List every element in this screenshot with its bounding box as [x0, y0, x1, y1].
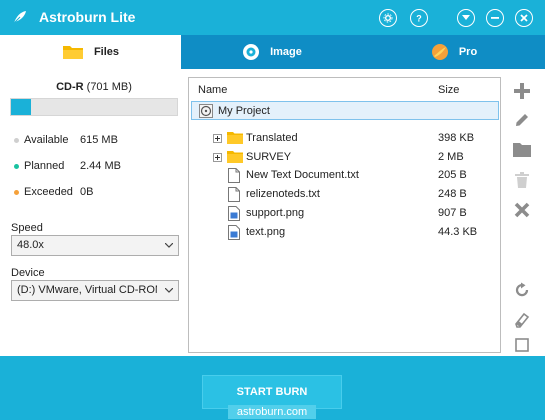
- start-burn-button[interactable]: START BURN: [202, 375, 342, 409]
- tab-files[interactable]: Files: [0, 35, 181, 69]
- app-title: Astroburn Lite: [39, 9, 136, 25]
- root-name: My Project: [218, 105, 270, 117]
- available-dot: [14, 138, 19, 143]
- remove-icon[interactable]: [512, 200, 532, 220]
- list-item[interactable]: Translated 398 KB: [189, 129, 500, 148]
- expand-icon[interactable]: [213, 134, 222, 143]
- item-name: New Text Document.txt: [246, 169, 359, 181]
- capacity-bar: [10, 98, 178, 116]
- stat-exceeded-value: 0B: [80, 186, 94, 198]
- title-bar: Astroburn Lite ?: [0, 0, 545, 35]
- tab-pro[interactable]: Pro: [363, 35, 545, 69]
- disc-type: CD-R: [56, 81, 84, 93]
- stat-planned-label: Planned: [24, 160, 65, 172]
- help-icon[interactable]: ?: [410, 9, 428, 27]
- project-disc-icon: [199, 104, 213, 118]
- refresh-icon[interactable]: [512, 280, 532, 300]
- minimize-icon[interactable]: [486, 9, 504, 27]
- tab-files-label: Files: [93, 46, 120, 58]
- column-header-name[interactable]: Name: [198, 84, 227, 96]
- item-size: 248 B: [438, 188, 467, 200]
- text-file-icon: [228, 168, 240, 183]
- item-size: 44.3 KB: [438, 226, 478, 238]
- device-value: (D:) VMware, Virtual CD-ROM: [17, 284, 157, 296]
- item-name: text.png: [246, 226, 286, 238]
- item-size: 205 B: [438, 169, 467, 181]
- item-size: 907 B: [438, 207, 467, 219]
- add-icon[interactable]: [512, 81, 532, 101]
- speed-label: Speed: [11, 222, 43, 234]
- tab-image[interactable]: Image: [181, 35, 363, 69]
- delete-icon[interactable]: [512, 170, 532, 190]
- website-link[interactable]: astroburn.com: [228, 405, 316, 419]
- capacity-bar-fill: [11, 99, 31, 115]
- image-file-icon: [228, 206, 240, 221]
- item-name: support.png: [246, 207, 305, 219]
- device-select[interactable]: (D:) VMware, Virtual CD-ROM: [11, 280, 179, 301]
- tab-bar: Files Image Pro: [0, 35, 545, 69]
- select-icon[interactable]: [512, 335, 532, 355]
- text-file-icon: [228, 187, 240, 202]
- folder-icon: [62, 44, 84, 60]
- tree-root-item[interactable]: My Project: [191, 101, 499, 120]
- chevron-down-icon: [165, 288, 173, 293]
- list-item[interactable]: relizenoteds.txt 248 B: [189, 185, 500, 204]
- device-label: Device: [11, 267, 45, 279]
- item-name: SURVEY: [246, 151, 292, 163]
- close-icon[interactable]: [515, 9, 533, 27]
- eraser-icon[interactable]: [512, 310, 532, 330]
- stat-available-label: Available: [24, 134, 69, 146]
- speed-select[interactable]: 48.0x: [11, 235, 179, 256]
- stat-exceeded-label: Exceeded: [24, 186, 73, 198]
- folder-icon: [227, 132, 243, 144]
- svg-text:?: ?: [416, 14, 422, 24]
- new-folder-icon[interactable]: [512, 139, 532, 159]
- list-item[interactable]: New Text Document.txt 205 B: [189, 166, 500, 185]
- item-name: relizenoteds.txt: [246, 188, 320, 200]
- disc-icon: [242, 43, 260, 61]
- list-item[interactable]: SURVEY 2 MB: [189, 148, 500, 167]
- expand-icon[interactable]: [213, 153, 222, 162]
- files-panel: CD-R (701 MB) Available 615 MB Planned 2…: [0, 69, 545, 356]
- exceeded-dot: [14, 190, 19, 195]
- speed-value: 48.0x: [17, 239, 44, 251]
- bottom-bar: START BURN astroburn.com: [0, 356, 545, 420]
- item-name: Translated: [246, 132, 298, 144]
- column-header-size[interactable]: Size: [438, 84, 459, 96]
- item-size: 398 KB: [438, 132, 475, 144]
- folder-icon: [227, 151, 243, 163]
- stat-planned-value: 2.44 MB: [80, 160, 121, 172]
- stat-available-value: 615 MB: [80, 134, 118, 146]
- dropdown-menu-icon[interactable]: [457, 9, 475, 27]
- list-item[interactable]: text.png 44.3 KB: [189, 223, 500, 242]
- item-size: 2 MB: [438, 151, 464, 163]
- app-logo-icon: [12, 9, 28, 25]
- tab-image-label: Image: [270, 46, 302, 58]
- settings-icon[interactable]: [379, 9, 397, 27]
- chevron-down-icon: [165, 243, 173, 248]
- file-list[interactable]: Name Size My Project Translated 398 KB S…: [188, 77, 501, 353]
- list-item[interactable]: support.png 907 B: [189, 204, 500, 223]
- planned-dot: [14, 164, 19, 169]
- pro-icon: [431, 43, 449, 61]
- disc-info: CD-R (701 MB): [0, 81, 188, 93]
- edit-icon[interactable]: [512, 110, 532, 130]
- disc-capacity: (701 MB): [86, 81, 132, 93]
- tab-pro-label: Pro: [458, 46, 478, 58]
- image-file-icon: [228, 225, 240, 240]
